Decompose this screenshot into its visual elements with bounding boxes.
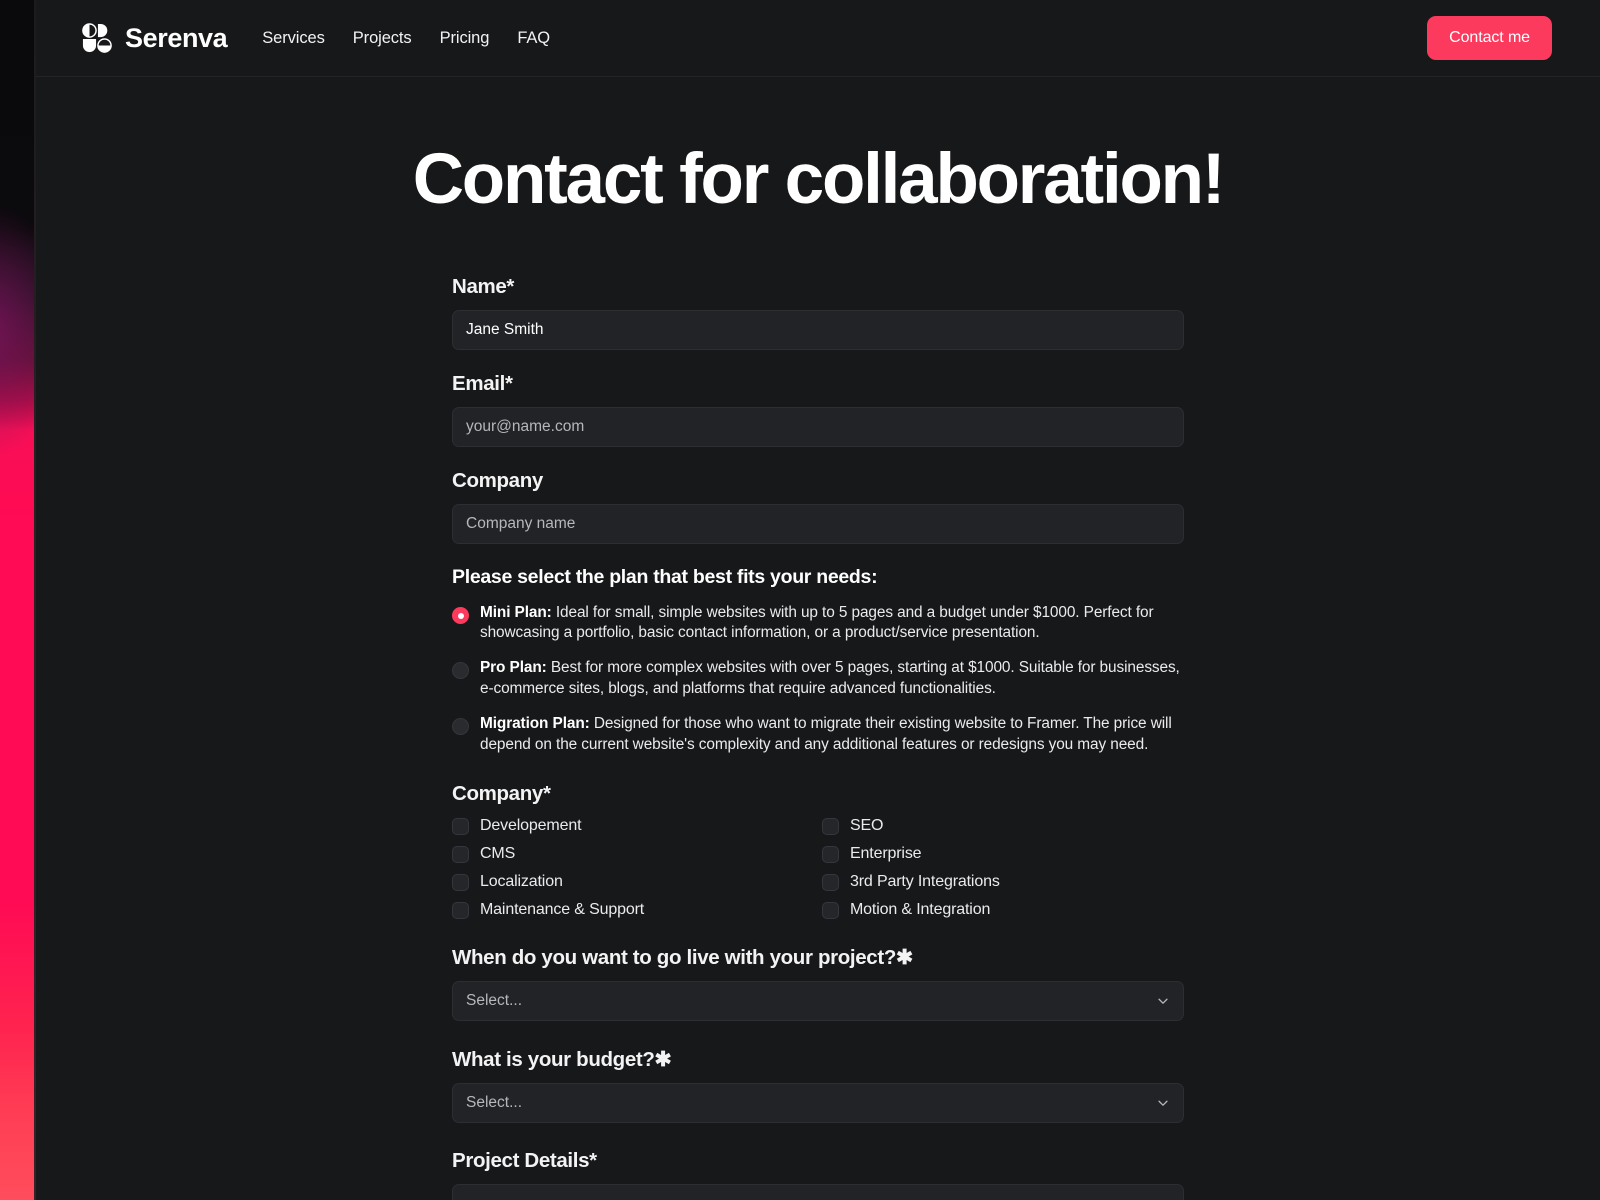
field-email: Email* xyxy=(452,372,1184,447)
plan-heading: Please select the plan that best fits yo… xyxy=(452,566,1184,589)
checkbox-icon-maintenance-support[interactable] xyxy=(452,902,469,919)
four-shape-grid-logo-icon xyxy=(82,23,112,53)
budget-label: What is your budget?✱ xyxy=(452,1047,1184,1072)
golive-label: When do you want to go live with your pr… xyxy=(452,945,1184,970)
name-label: Name* xyxy=(452,275,1184,299)
plan-option-mini-desc: Ideal for small, simple websites with up… xyxy=(480,604,1154,642)
plan-option-mini[interactable]: Mini Plan: Ideal for small, simple websi… xyxy=(452,603,1184,645)
main-content: Contact for collaboration! Name* Email* … xyxy=(36,77,1600,1200)
checkbox-icon-developement[interactable] xyxy=(452,818,469,835)
services-label: Company* xyxy=(452,782,1184,806)
field-company: Company xyxy=(452,469,1184,544)
navbar: Serenva Services Projects Pricing FAQ Co… xyxy=(36,0,1600,77)
plan-option-mini-text: Mini Plan: Ideal for small, simple websi… xyxy=(480,603,1184,645)
checkbox-label-cms: CMS xyxy=(480,845,515,863)
golive-select[interactable]: Select... xyxy=(452,981,1184,1021)
checkbox-localization[interactable]: Localization xyxy=(452,873,822,891)
email-label: Email* xyxy=(452,372,1184,396)
field-golive: When do you want to go live with your pr… xyxy=(452,945,1184,1021)
plan-option-migration-name: Migration Plan: xyxy=(480,715,590,732)
checkbox-seo[interactable]: SEO xyxy=(822,817,1184,835)
checkbox-icon-3rd-party-integrations[interactable] xyxy=(822,874,839,891)
budget-select-value: Select... xyxy=(466,1094,522,1112)
nav-link-services[interactable]: Services xyxy=(262,29,324,48)
checkbox-label-maintenance-support: Maintenance & Support xyxy=(480,901,644,919)
checkbox-motion-integration[interactable]: Motion & Integration xyxy=(822,901,1184,919)
nav-links: Services Projects Pricing FAQ xyxy=(262,29,550,48)
services-checkbox-grid: Developement SEO CMS Enterprise xyxy=(452,817,1184,919)
plan-option-migration[interactable]: Migration Plan: Designed for those who w… xyxy=(452,714,1184,756)
services-group: Company* Developement SEO CMS xyxy=(452,782,1184,919)
nav-link-pricing[interactable]: Pricing xyxy=(440,29,490,48)
name-input[interactable] xyxy=(452,310,1184,350)
plan-option-migration-text: Migration Plan: Designed for those who w… xyxy=(480,714,1184,756)
brand-name: Serenva xyxy=(125,23,227,54)
checkbox-label-seo: SEO xyxy=(850,817,883,835)
page-container: Serenva Services Projects Pricing FAQ Co… xyxy=(36,0,1600,1200)
field-name: Name* xyxy=(452,275,1184,350)
checkbox-label-developement: Developement xyxy=(480,817,581,835)
checkbox-enterprise[interactable]: Enterprise xyxy=(822,845,1184,863)
radio-icon-mini[interactable] xyxy=(452,607,469,624)
plan-option-pro-text: Pro Plan: Best for more complex websites… xyxy=(480,658,1184,700)
project-details-label: Project Details* xyxy=(452,1149,1184,1173)
checkbox-icon-enterprise[interactable] xyxy=(822,846,839,863)
checkbox-3rd-party-integrations[interactable]: 3rd Party Integrations xyxy=(822,873,1184,891)
radio-icon-migration[interactable] xyxy=(452,718,469,735)
field-budget: What is your budget?✱ Select... xyxy=(452,1047,1184,1123)
nav-link-faq[interactable]: FAQ xyxy=(517,29,550,48)
checkbox-icon-seo[interactable] xyxy=(822,818,839,835)
plan-option-pro[interactable]: Pro Plan: Best for more complex websites… xyxy=(452,658,1184,700)
plan-option-pro-name: Pro Plan: xyxy=(480,659,547,676)
plan-option-pro-desc: Best for more complex websites with over… xyxy=(480,659,1180,697)
checkbox-developement[interactable]: Developement xyxy=(452,817,822,835)
checkbox-maintenance-support[interactable]: Maintenance & Support xyxy=(452,901,822,919)
checkbox-label-3rd-party-integrations: 3rd Party Integrations xyxy=(850,873,1000,891)
plan-option-mini-name: Mini Plan: xyxy=(480,604,552,621)
contact-me-button[interactable]: Contact me xyxy=(1427,16,1552,60)
checkbox-icon-motion-integration[interactable] xyxy=(822,902,839,919)
nav-link-projects[interactable]: Projects xyxy=(353,29,412,48)
radio-icon-pro[interactable] xyxy=(452,662,469,679)
checkbox-cms[interactable]: CMS xyxy=(452,845,822,863)
company-label: Company xyxy=(452,469,1184,493)
checkbox-label-enterprise: Enterprise xyxy=(850,845,921,863)
checkbox-icon-localization[interactable] xyxy=(452,874,469,891)
left-glow-strip xyxy=(0,0,34,1200)
checkbox-icon-cms[interactable] xyxy=(452,846,469,863)
project-details-textarea[interactable] xyxy=(452,1184,1184,1200)
brand-logo[interactable]: Serenva xyxy=(82,23,227,54)
email-input[interactable] xyxy=(452,407,1184,447)
checkbox-label-motion-integration: Motion & Integration xyxy=(850,901,990,919)
checkbox-label-localization: Localization xyxy=(480,873,563,891)
golive-select-wrap: Select... xyxy=(452,981,1184,1021)
budget-select-wrap: Select... xyxy=(452,1083,1184,1123)
golive-select-value: Select... xyxy=(466,992,522,1010)
budget-select[interactable]: Select... xyxy=(452,1083,1184,1123)
contact-form: Name* Email* Company Please select the p… xyxy=(452,218,1184,1200)
plan-selection-group: Please select the plan that best fits yo… xyxy=(452,566,1184,757)
company-input[interactable] xyxy=(452,504,1184,544)
page-title: Contact for collaboration! xyxy=(36,143,1600,218)
field-project-details: Project Details* xyxy=(452,1149,1184,1200)
